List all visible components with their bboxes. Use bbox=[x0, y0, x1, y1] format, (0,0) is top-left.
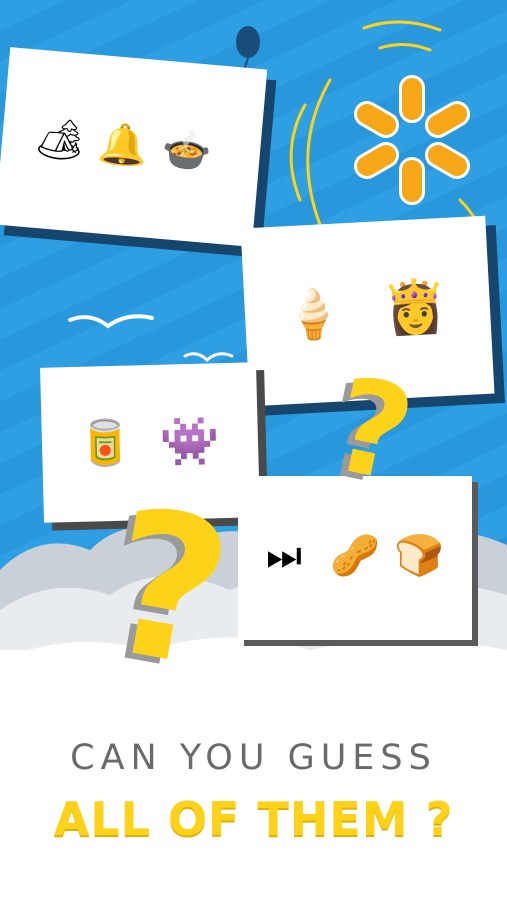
bell-icon: 🔔 bbox=[96, 120, 150, 171]
camping-icon: 🏕 bbox=[32, 114, 88, 165]
sparkle-icon bbox=[353, 75, 471, 205]
bread-loaf-icon: 🍞 bbox=[394, 533, 444, 579]
headline-line-1: CAN YOU GUESS bbox=[70, 738, 437, 778]
princess-icon: 👸 bbox=[381, 275, 450, 340]
peanuts-icon: 🥜 bbox=[330, 533, 380, 579]
promo-screen: 🏕 🔔 🍲 🍦 👸 🥫 👾 ⏭ 🥜 🍞 ? ? CAN YOU GUESS AL… bbox=[0, 0, 507, 900]
bird-icon bbox=[68, 314, 154, 329]
stew-pot-icon: 🍲 bbox=[159, 125, 214, 176]
bird-small-icon bbox=[183, 352, 234, 363]
black-can-icon: 🥫 bbox=[77, 417, 134, 470]
green-monster-icon: 👾 bbox=[159, 413, 221, 471]
ice-cream-cone-icon: 🍦 bbox=[281, 285, 345, 345]
fast-forward-icon: ⏭ bbox=[266, 533, 302, 579]
puzzle-card-1: 🏕 🔔 🍲 bbox=[0, 47, 268, 247]
headline-line-2: ALL OF THEM ? bbox=[53, 792, 454, 846]
